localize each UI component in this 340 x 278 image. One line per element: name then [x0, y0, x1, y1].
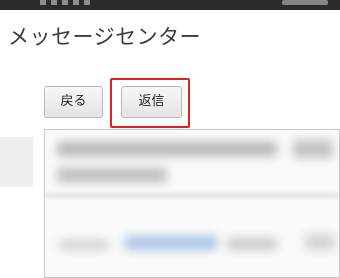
blurred-link: [125, 236, 217, 250]
blurred-message-line: [293, 140, 333, 158]
blurred-divider: [45, 194, 339, 197]
message-content-panel[interactable]: [44, 129, 340, 278]
status-bar-clock: [282, 0, 328, 5]
blurred-message-line: [59, 240, 109, 250]
page-title: メッセージセンター: [8, 25, 202, 49]
back-button[interactable]: 戻る: [44, 86, 103, 118]
blurred-message-line: [57, 142, 277, 156]
blurred-message-line: [57, 168, 167, 182]
reply-button-highlight: [110, 78, 190, 128]
status-bar: [0, 0, 340, 10]
sidebar-panel: [0, 137, 33, 187]
blurred-message-line: [227, 238, 277, 250]
blurred-message-line: [305, 234, 335, 250]
status-bar-indicators: [40, 0, 90, 5]
